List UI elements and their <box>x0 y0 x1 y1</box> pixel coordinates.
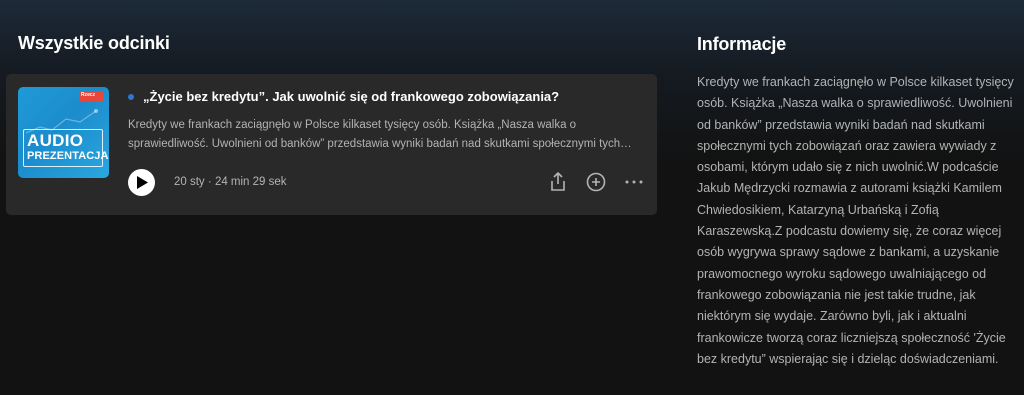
play-icon <box>137 176 148 189</box>
episode-description: Kredyty we frankach zaciągnęło w Polsce … <box>128 119 632 150</box>
episode-cover-image[interactable]: Rzecz AUDIO PREZENTACJA <box>18 87 109 178</box>
new-episode-dot <box>128 94 134 100</box>
episode-title[interactable]: „Życie bez kredytu”. Jak uwolnić się od … <box>143 89 559 104</box>
info-description: Kredyty we frankach zaciągnęło w Polsce … <box>697 75 1014 366</box>
episode-meta: 20 sty · 24 min 29 sek <box>174 176 287 188</box>
more-icon <box>625 180 643 184</box>
cover-title-line2: PREZENTACJA <box>27 150 109 162</box>
more-options-button[interactable] <box>622 170 646 194</box>
info-section-title: Informacje <box>697 34 787 54</box>
share-icon <box>551 172 565 191</box>
cover-badge-text: Rzecz <box>81 92 96 98</box>
cover-badge: Rzecz <box>79 91 103 101</box>
page: Wszystkie odcinki Rzecz AUDIO PREZENTACJ… <box>0 0 1024 395</box>
meta-separator: · <box>207 176 212 188</box>
add-to-library-button[interactable] <box>584 170 608 194</box>
episodes-section-title: Wszystkie odcinki <box>18 33 170 53</box>
episode-card[interactable]: Rzecz AUDIO PREZENTACJA „Życie bez kredy… <box>6 74 657 215</box>
episode-duration: 24 min 29 sek <box>214 176 287 188</box>
play-button[interactable] <box>128 169 155 196</box>
cover-title-line1: AUDIO <box>27 131 84 150</box>
share-button[interactable] <box>546 170 570 194</box>
episode-date: 20 sty <box>174 176 205 188</box>
add-icon <box>586 172 606 192</box>
